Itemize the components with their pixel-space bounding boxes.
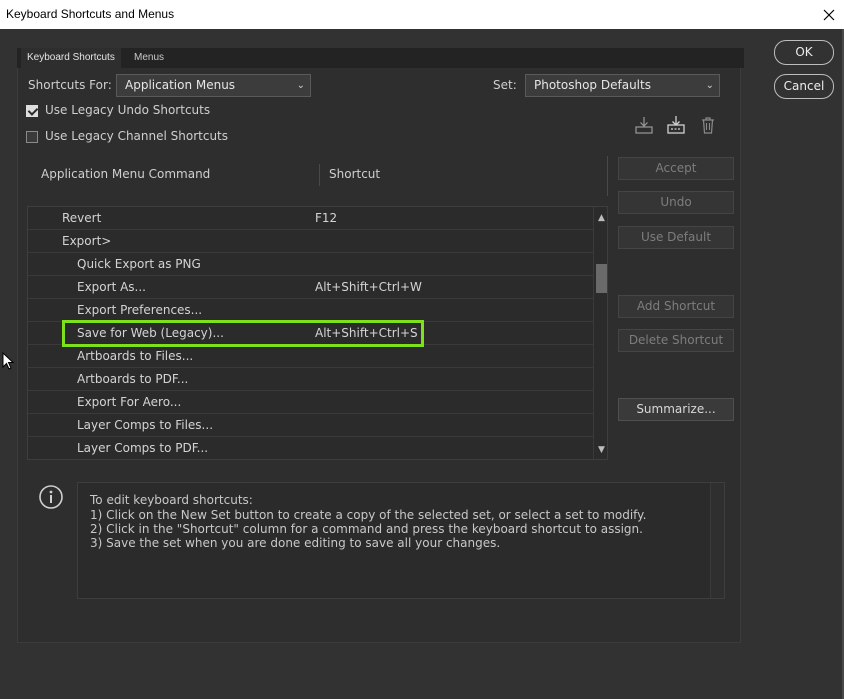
set-value: Photoshop Defaults	[534, 78, 651, 92]
command-cell: Quick Export as PNG	[77, 257, 201, 271]
summarize-button[interactable]: Summarize...	[618, 398, 734, 421]
instruction-line: 3) Save the set when you are done editin…	[90, 536, 501, 550]
table-row[interactable]: Export For Aero...	[28, 391, 593, 414]
instruction-line: To edit keyboard shortcuts:	[90, 493, 253, 507]
column-divider	[319, 164, 320, 186]
command-cell: Export>	[62, 234, 112, 248]
instructions-box: To edit keyboard shortcuts: 1) Click on …	[77, 482, 725, 599]
table-row[interactable]: Export>	[28, 230, 593, 253]
scroll-down-icon[interactable]: ▼	[594, 443, 607, 457]
close-button[interactable]	[814, 0, 844, 29]
column-header: Application Menu Command Shortcut	[28, 156, 608, 196]
command-cell: Export Preferences...	[77, 303, 203, 317]
table-row[interactable]: Artboards to PDF...	[28, 368, 593, 391]
tab-keyboard-shortcuts[interactable]: Keyboard Shortcuts	[21, 48, 121, 68]
tab-menus[interactable]: Menus	[128, 48, 170, 68]
new-set-button[interactable]	[666, 115, 686, 135]
set-label: Set:	[493, 78, 517, 92]
window-title: Keyboard Shortcuts and Menus	[6, 7, 175, 21]
save-set-icon	[635, 117, 653, 134]
scroll-up-icon[interactable]: ▲	[594, 211, 607, 225]
chevron-down-icon: ⌄	[296, 80, 305, 91]
chevron-down-icon: ⌄	[705, 80, 714, 91]
shortcut-cell[interactable]: F12	[315, 211, 337, 225]
table-row[interactable]: Export Preferences...	[28, 299, 593, 322]
ok-button[interactable]: OK	[774, 40, 834, 65]
delete-set-icon	[702, 117, 714, 134]
scroll-thumb[interactable]	[596, 264, 607, 293]
column-divider	[607, 156, 608, 196]
use-default-button[interactable]: Use Default	[618, 226, 734, 249]
new-set-icon	[667, 116, 685, 134]
delete-set-button[interactable]	[698, 115, 718, 135]
command-cell: Artboards to Files...	[77, 349, 194, 363]
table-row[interactable]: Quick Export as PNG	[28, 253, 593, 276]
table-row[interactable]: Layer Comps to Files...	[28, 414, 593, 437]
table-row[interactable]: Export As... Alt+Shift+Ctrl+W	[28, 276, 593, 299]
legacy-channel-label: Use Legacy Channel Shortcuts	[45, 129, 229, 143]
delete-shortcut-button[interactable]: Delete Shortcut	[618, 329, 734, 352]
shortcut-column-header[interactable]: Shortcut	[329, 167, 380, 181]
command-cell: Layer Comps to Files...	[77, 418, 214, 432]
legacy-undo-label: Use Legacy Undo Shortcuts	[45, 103, 211, 117]
command-cell: Revert	[62, 211, 102, 225]
command-cell: Artboards to PDF...	[77, 372, 189, 386]
table-scrollbar[interactable]: ▲ ▼	[593, 207, 607, 459]
command-cell: Export For Aero...	[77, 395, 182, 409]
add-shortcut-button[interactable]: Add Shortcut	[618, 295, 734, 318]
shortcuts-for-value: Application Menus	[125, 78, 236, 92]
table-row[interactable]: Layer Comps to PDF...	[28, 437, 593, 459]
shortcut-cell[interactable]: Alt+Shift+Ctrl+W	[315, 280, 422, 294]
shortcut-table: Revert F12 Export> Quick Export as PNG E…	[27, 206, 608, 460]
save-set-button[interactable]	[634, 115, 654, 135]
shortcuts-for-select[interactable]: Application Menus ⌄	[116, 74, 311, 97]
undo-button[interactable]: Undo	[618, 191, 734, 214]
command-cell: Export As...	[77, 280, 146, 294]
command-cell: Layer Comps to PDF...	[77, 441, 209, 455]
shortcuts-for-label: Shortcuts For:	[28, 78, 112, 92]
table-row[interactable]: Revert F12	[28, 207, 593, 230]
legacy-channel-checkbox[interactable]	[26, 131, 38, 143]
cancel-button[interactable]: Cancel	[774, 74, 834, 99]
accept-button[interactable]: Accept	[618, 157, 734, 180]
tab-bar: Keyboard Shortcuts Menus	[17, 48, 744, 68]
close-icon	[823, 9, 835, 20]
set-select[interactable]: Photoshop Defaults ⌄	[525, 74, 720, 97]
instruction-line: 1) Click on the New Set button to create…	[90, 508, 647, 522]
info-icon	[39, 485, 63, 509]
instruction-line: 2) Click in the "Shortcut" column for a …	[90, 522, 643, 536]
mouse-cursor-icon	[2, 352, 15, 370]
instructions-scrollbar[interactable]	[710, 483, 724, 598]
legacy-undo-checkbox[interactable]	[26, 105, 38, 117]
table-row[interactable]: Artboards to Files...	[28, 345, 593, 368]
highlight-box	[62, 320, 424, 347]
command-column-header[interactable]: Application Menu Command	[41, 167, 210, 181]
title-bar: Keyboard Shortcuts and Menus	[0, 0, 844, 29]
